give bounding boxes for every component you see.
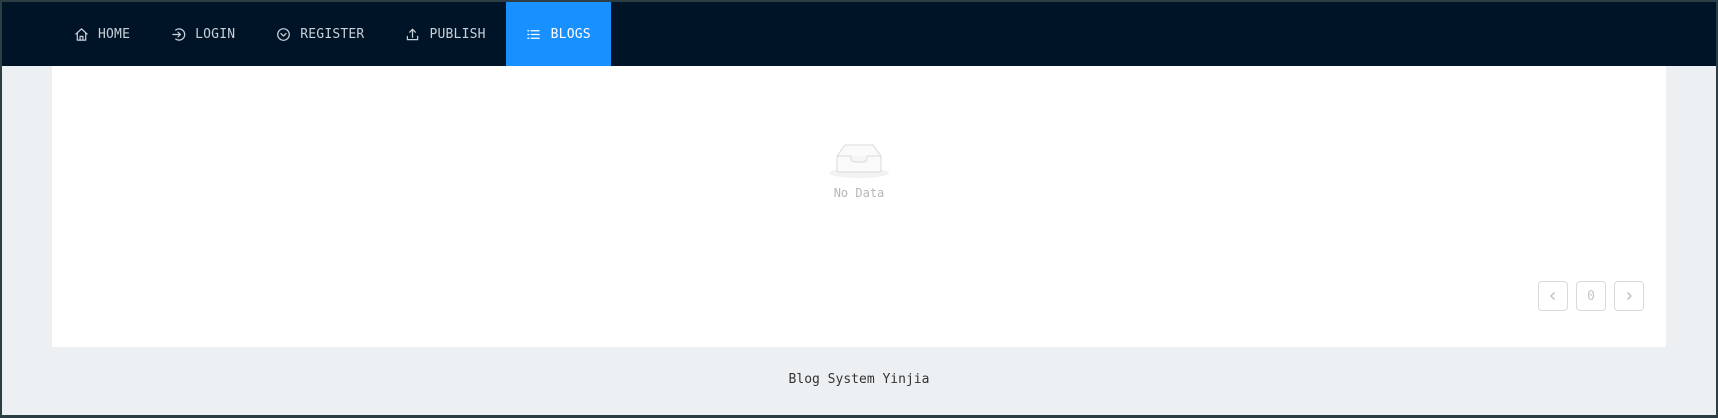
nav-item-label: REGISTER — [300, 26, 365, 42]
empty-state: No Data — [52, 136, 1666, 200]
top-navbar: HOME LOGIN REGISTER PUBLISH BLOGS — [2, 2, 1716, 66]
prev-page-button[interactable] — [1538, 281, 1568, 311]
empty-inbox-icon — [829, 144, 889, 178]
nav-item-home[interactable]: HOME — [53, 2, 150, 66]
nav-item-register[interactable]: REGISTER — [255, 2, 384, 66]
empty-state-text: No Data — [833, 186, 885, 200]
chevron-left-icon — [1550, 292, 1555, 300]
login-icon — [170, 26, 186, 42]
pagination: 0 — [1538, 281, 1644, 311]
register-icon — [275, 26, 291, 42]
blog-list-panel: No Data 0 — [52, 66, 1666, 347]
nav-item-login[interactable]: LOGIN — [150, 2, 255, 66]
home-icon — [73, 26, 89, 42]
next-page-button[interactable] — [1614, 281, 1644, 311]
upload-icon — [404, 26, 420, 42]
nav-item-label: HOME — [98, 26, 131, 42]
app-frame: HOME LOGIN REGISTER PUBLISH BLOGS No Dat… — [2, 2, 1716, 415]
nav-item-label: BLOGS — [550, 26, 591, 42]
nav-item-blogs[interactable]: BLOGS — [505, 2, 611, 66]
chevron-right-icon — [1627, 292, 1632, 300]
list-icon — [526, 26, 542, 42]
nav-item-label: PUBLISH — [429, 26, 486, 42]
nav-menu: HOME LOGIN REGISTER PUBLISH BLOGS — [53, 2, 611, 66]
nav-item-label: LOGIN — [195, 26, 236, 42]
nav-item-publish[interactable]: PUBLISH — [384, 2, 505, 66]
current-page-indicator[interactable]: 0 — [1576, 281, 1606, 311]
footer-text: Blog System Yinjia — [788, 372, 930, 387]
